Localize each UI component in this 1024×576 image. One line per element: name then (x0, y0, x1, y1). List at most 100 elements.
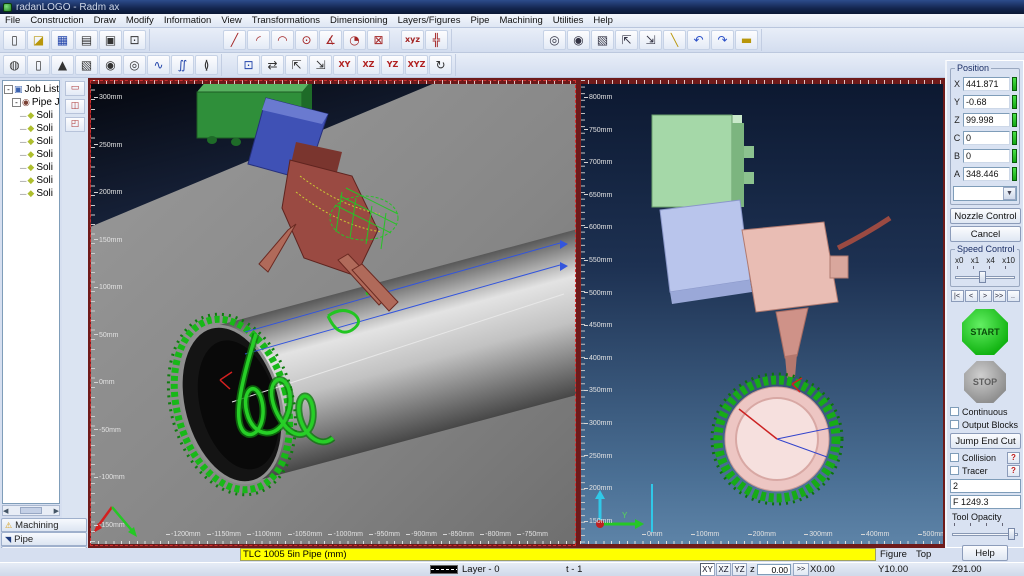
tree-item-solid[interactable]: ─ ◆ Soli (4, 187, 59, 200)
rotate-view-button[interactable]: ↻ (429, 55, 452, 75)
step-back-button[interactable]: < (965, 290, 978, 302)
display-mode-button[interactable]: ⊡ (237, 55, 260, 75)
collision-help-button[interactable]: ? (1007, 452, 1020, 464)
angle-dimension-button[interactable]: ∡ (319, 30, 342, 50)
menu-help[interactable]: Help (588, 14, 618, 28)
copy-button[interactable]: ⊡ (123, 30, 146, 50)
collapse-icon[interactable]: - (4, 85, 13, 94)
swap-views-button[interactable]: ⇄ (261, 55, 284, 75)
continuous-option[interactable]: Continuous (950, 405, 1020, 418)
menu-utilities[interactable]: Utilities (548, 14, 589, 28)
menu-pipe[interactable]: Pipe (465, 14, 494, 28)
axis-value-field[interactable]: -0.68 (963, 95, 1010, 109)
output-blocks-option[interactable]: Output Blocks (950, 418, 1020, 431)
fit-view-button[interactable]: ⇱ (285, 55, 308, 75)
tracer-help-button[interactable]: ? (1007, 465, 1020, 477)
start-button[interactable]: START (962, 309, 1008, 355)
jump-end-cut-button[interactable]: Jump End Cut (950, 433, 1021, 449)
redo-button[interactable]: ↷ (711, 30, 734, 50)
menu-machining[interactable]: Machining (494, 14, 547, 28)
cylinder-solid-button[interactable]: ▯ (27, 55, 50, 75)
tree-item-solid[interactable]: ─ ◆ Soli (4, 122, 59, 135)
tab-pipe[interactable]: ◥ Pipe (1, 532, 87, 546)
go-to-start-button[interactable]: |< (951, 290, 964, 302)
nozzle-control-button[interactable]: Nozzle Control (950, 208, 1021, 224)
tree-horizontal-scrollbar[interactable]: ◀ ▶ (2, 505, 60, 516)
block-count-field[interactable]: 2 (950, 479, 1021, 493)
menu-file[interactable]: File (0, 14, 25, 28)
arc-quadrant-tool-button[interactable]: ◔ (343, 30, 366, 50)
cancel-button[interactable]: Cancel (950, 226, 1021, 242)
tree-item-solid[interactable]: ─ ◆ Soli (4, 109, 59, 122)
menu-modify[interactable]: Modify (121, 14, 159, 28)
arc-3pt-tool-button[interactable]: ◜ (247, 30, 270, 50)
layer-line-swatch[interactable] (430, 565, 458, 574)
axis-value-field[interactable]: 0 (963, 149, 1010, 163)
no-draw-button[interactable]: ⊠ (367, 30, 390, 50)
speed-slider[interactable] (955, 271, 1015, 283)
menu-dimensioning[interactable]: Dimensioning (325, 14, 393, 28)
print-preview-button[interactable]: ▤ (75, 30, 98, 50)
slider-handle[interactable] (1008, 528, 1015, 540)
viewport-3d-perspective[interactable]: 300mm250mm200mm150mm100mm50mm0mm-50mm-10… (88, 78, 578, 548)
cone-solid-button[interactable]: ▲ (51, 55, 74, 75)
marker-pen-button[interactable]: ╲ (663, 30, 686, 50)
tree-item-solid[interactable]: ─ ◆ Soli (4, 161, 59, 174)
axis-value-field[interactable]: 0 (963, 131, 1010, 145)
tree-item-job-list[interactable]: - ▣ Job List (4, 83, 59, 96)
collision-checkbox[interactable] (950, 453, 959, 462)
line-tool-button[interactable]: ╱ (223, 30, 246, 50)
layer-indicator[interactable]: Layer - 0 (462, 564, 500, 575)
snap-grid-button[interactable]: ╬ (425, 30, 448, 50)
step-forward-button[interactable]: > (979, 290, 992, 302)
plane-xz-button[interactable]: XZ (716, 563, 731, 576)
feed-rate-field[interactable]: F 1249.3 (950, 495, 1021, 509)
tree-item-solid[interactable]: ─ ◆ Soli (4, 148, 59, 161)
new-file-button[interactable]: ▯ (3, 30, 26, 50)
undo-button[interactable]: ↶ (687, 30, 710, 50)
view-xy-button[interactable]: XY (333, 55, 356, 75)
scrollbar-thumb[interactable] (20, 507, 42, 514)
tracer-checkbox[interactable] (950, 466, 959, 475)
zoom-button[interactable]: ◎ (543, 30, 566, 50)
tree-item-solid[interactable]: ─ ◆ Soli (4, 174, 59, 187)
fast-forward-button[interactable]: >> (993, 290, 1006, 302)
tree-item-pipe-job[interactable]: - ◉ Pipe Jo (4, 96, 59, 109)
tab-machining[interactable]: ⚠ Machining (1, 518, 87, 532)
output-blocks-checkbox[interactable] (950, 420, 959, 429)
tool-opacity-slider[interactable] (952, 528, 1018, 540)
zoom-all-button[interactable]: ◉ (567, 30, 590, 50)
tracer-option[interactable]: Tracer ? (950, 464, 1020, 477)
step-coordinate-button[interactable]: >> (793, 563, 809, 576)
view-xz-button[interactable]: XZ (357, 55, 380, 75)
zoom-window-button[interactable]: ▧ (591, 30, 614, 50)
viewport-3d-front[interactable]: Y 800mm750mm700mm650mm600mm550mm500mm450… (578, 78, 945, 548)
circle-center-tool-button[interactable]: ⊙ (295, 30, 318, 50)
help-button[interactable]: Help (962, 545, 1008, 561)
ellipsoid-solid-button[interactable]: ◉ (99, 55, 122, 75)
stop-button[interactable]: STOP (964, 361, 1006, 403)
tool-indicator[interactable]: t - 1 (566, 564, 582, 575)
plane-yz-button[interactable]: YZ (732, 563, 747, 576)
collapse-icon[interactable]: - (12, 98, 21, 107)
scroll-left-arrow-icon[interactable]: ◀ (3, 507, 8, 515)
layout-split-view-button[interactable]: ◫ (65, 99, 85, 114)
view-yz-button[interactable]: YZ (381, 55, 404, 75)
axis-value-field[interactable]: 99.998 (963, 113, 1010, 127)
open-file-button[interactable]: ◪ (27, 30, 50, 50)
tree-item-solid[interactable]: ─ ◆ Soli (4, 135, 59, 148)
layout-single-view-button[interactable]: ▭ (65, 81, 85, 96)
z-coordinate-input[interactable] (757, 564, 791, 575)
slider-handle[interactable] (979, 271, 986, 283)
menu-view[interactable]: View (216, 14, 246, 28)
axis-value-field[interactable]: 348.446 (963, 167, 1010, 181)
view-xyz-button[interactable]: XYZ (405, 55, 428, 75)
menu-layers-figures[interactable]: Layers/Figures (393, 14, 466, 28)
fit-previous-button[interactable]: ⇲ (639, 30, 662, 50)
torus-solid-button[interactable]: ◎ (123, 55, 146, 75)
extrude-button[interactable]: ∬ (171, 55, 194, 75)
menu-draw[interactable]: Draw (89, 14, 121, 28)
menu-construction[interactable]: Construction (25, 14, 88, 28)
transport-more-button[interactable]: .. (1007, 290, 1020, 302)
fit-extents-button[interactable]: ⇱ (615, 30, 638, 50)
